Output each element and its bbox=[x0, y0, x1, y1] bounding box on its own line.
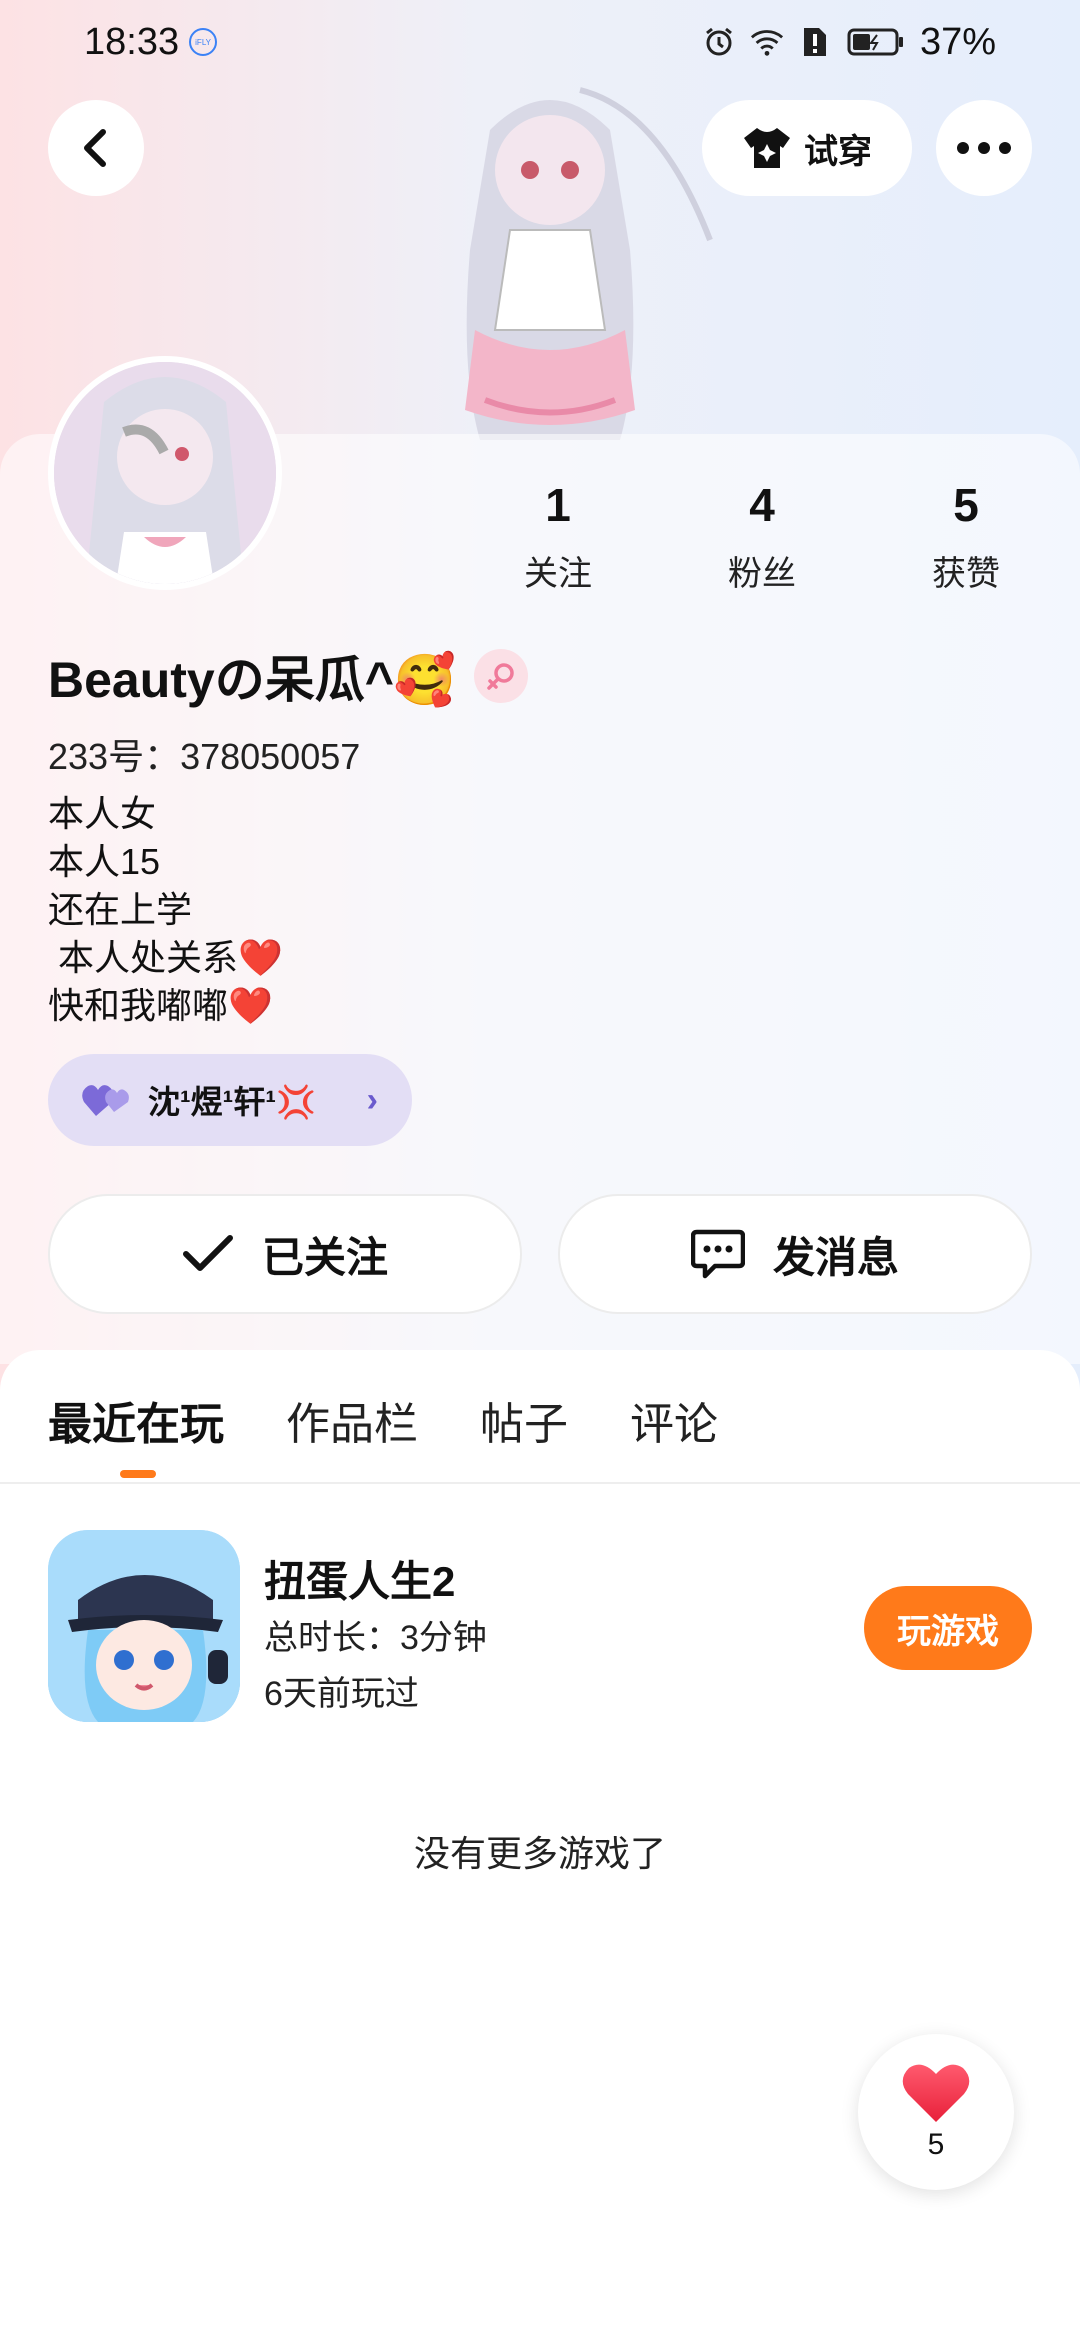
stat-fans-label: 粉丝 bbox=[728, 555, 796, 593]
check-icon bbox=[182, 1235, 233, 1271]
more-button[interactable] bbox=[936, 100, 1032, 196]
battery-percent: 37% bbox=[919, 20, 996, 63]
chat-bubble-icon bbox=[690, 1229, 745, 1279]
like-count: 5 bbox=[927, 2128, 945, 2161]
profile-id: 233号：378050057 bbox=[48, 736, 361, 777]
tab-recently-played[interactable]: 最近在玩 bbox=[48, 1388, 224, 1478]
more-dots-icon bbox=[957, 142, 1011, 154]
avatar[interactable] bbox=[48, 356, 282, 590]
game-last-played: 6天前玩过 bbox=[264, 1675, 419, 1713]
send-message-button[interactable]: 发消息 bbox=[558, 1194, 1032, 1314]
bio-line: 本人15 bbox=[48, 841, 161, 882]
bio-line: 本人女 bbox=[48, 793, 157, 834]
battery-icon bbox=[846, 25, 906, 59]
profile-name: Beautyの呆瓜^🥰 bbox=[48, 652, 457, 708]
avatar-image bbox=[54, 362, 276, 584]
status-time: 18:33 bbox=[84, 20, 180, 63]
relationship-name: 沈¹煜¹轩¹💢 bbox=[148, 1084, 316, 1120]
like-button[interactable]: 5 bbox=[858, 2034, 1014, 2190]
followed-button[interactable]: 已关注 bbox=[48, 1194, 522, 1314]
ifly-badge-icon: iFLY bbox=[189, 28, 218, 56]
chevron-right-icon: › bbox=[366, 1080, 378, 1119]
tab-works[interactable]: 作品栏 bbox=[286, 1388, 418, 1452]
game-icon bbox=[48, 1530, 240, 1722]
tab-comments[interactable]: 评论 bbox=[630, 1388, 718, 1452]
send-message-label: 发消息 bbox=[772, 1233, 899, 1281]
wifi-icon bbox=[750, 25, 784, 59]
tabs-divider bbox=[0, 1482, 1080, 1484]
female-gender-icon bbox=[474, 649, 529, 703]
play-game-button[interactable]: 玩游戏 bbox=[864, 1586, 1032, 1670]
avatar-character-illustration bbox=[380, 70, 720, 440]
try-on-button[interactable]: 试穿 bbox=[702, 100, 912, 196]
tshirt-icon bbox=[744, 128, 790, 168]
bio-line: 快和我嘟嘟❤️ bbox=[48, 985, 273, 1026]
profile-bio: 本人女 本人15 还在上学 本人处关系❤️ 快和我嘟嘟❤️ bbox=[48, 790, 283, 1030]
name-row: Beautyの呆瓜^🥰 bbox=[48, 640, 529, 712]
back-button[interactable] bbox=[48, 100, 144, 196]
no-more-games-text: 没有更多游戏了 bbox=[413, 1833, 666, 1874]
profile-tabs: 最近在玩 作品栏 帖子 评论 bbox=[48, 1388, 718, 1478]
list-item[interactable]: 扭蛋人生2 总时长：3分钟 6天前玩过 玩游戏 bbox=[48, 1530, 1032, 1724]
tab-posts[interactable]: 帖子 bbox=[480, 1388, 568, 1452]
content-panel: 最近在玩 作品栏 帖子 评论 扭蛋人生2 总时长：3分钟 6天前玩过 玩游戏 没… bbox=[0, 1350, 1080, 2340]
stat-fans[interactable]: 4 粉丝 bbox=[682, 478, 842, 595]
stat-following-count: 1 bbox=[545, 479, 571, 531]
stat-likes-label: 获赞 bbox=[932, 555, 1000, 593]
followed-label: 已关注 bbox=[261, 1233, 388, 1281]
chevron-left-icon bbox=[84, 129, 106, 167]
bio-line: 本人处关系❤️ bbox=[48, 937, 283, 978]
stat-likes-count: 5 bbox=[953, 479, 979, 531]
double-heart-icon bbox=[82, 1085, 129, 1116]
sim-alert-icon bbox=[798, 25, 832, 59]
game-duration: 总时长：3分钟 bbox=[264, 1619, 487, 1657]
try-on-label: 试穿 bbox=[804, 132, 872, 171]
stat-fans-count: 4 bbox=[749, 479, 775, 531]
bio-line: 还在上学 bbox=[48, 889, 193, 930]
stat-following-label: 关注 bbox=[524, 555, 592, 593]
stat-following[interactable]: 1 关注 bbox=[478, 478, 638, 595]
alarm-icon bbox=[702, 25, 736, 59]
game-title: 扭蛋人生2 bbox=[264, 1558, 456, 1605]
stat-likes[interactable]: 5 获赞 bbox=[886, 478, 1046, 595]
heart-icon bbox=[902, 2064, 970, 2122]
relationship-badge[interactable]: 沈¹煜¹轩¹💢 › bbox=[48, 1054, 412, 1146]
